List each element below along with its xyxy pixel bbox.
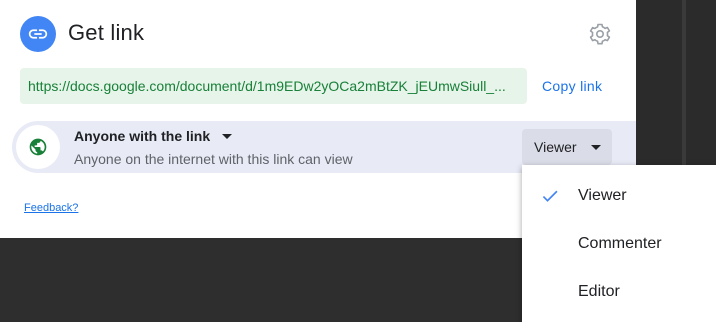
menu-item-label: Commenter xyxy=(578,235,662,252)
dialog-title: Get link xyxy=(68,20,145,45)
role-dropdown-button[interactable]: Viewer xyxy=(522,129,612,165)
role-button-label: Viewer xyxy=(534,139,577,155)
chevron-down-icon xyxy=(590,144,601,150)
menu-item-editor[interactable]: Editor xyxy=(522,268,716,316)
menu-item-commenter[interactable]: Commenter xyxy=(522,220,716,268)
backdrop-strip xyxy=(636,0,716,165)
access-description: Anyone on the internet with this link ca… xyxy=(74,151,353,167)
copy-link-button[interactable]: Copy link xyxy=(534,70,610,102)
menu-item-label: Viewer xyxy=(578,187,627,204)
link-icon xyxy=(20,16,56,52)
check-icon xyxy=(540,186,560,206)
gear-icon[interactable] xyxy=(586,20,614,48)
backdrop-divider xyxy=(682,0,686,165)
share-url-text: https://docs.google.com/document/d/1m9ED… xyxy=(28,78,506,94)
globe-icon xyxy=(16,125,60,169)
share-url-field[interactable]: https://docs.google.com/document/d/1m9ED… xyxy=(20,68,527,104)
role-menu: Viewer Commenter Editor xyxy=(522,165,716,322)
access-scope-label: Anyone with the link xyxy=(74,128,211,144)
feedback-link[interactable]: Feedback? xyxy=(24,202,78,214)
chevron-down-icon xyxy=(222,133,233,139)
menu-item-viewer[interactable]: Viewer xyxy=(522,172,716,220)
menu-item-label: Editor xyxy=(578,283,620,300)
access-scope-dropdown[interactable]: Anyone with the link xyxy=(74,128,233,144)
